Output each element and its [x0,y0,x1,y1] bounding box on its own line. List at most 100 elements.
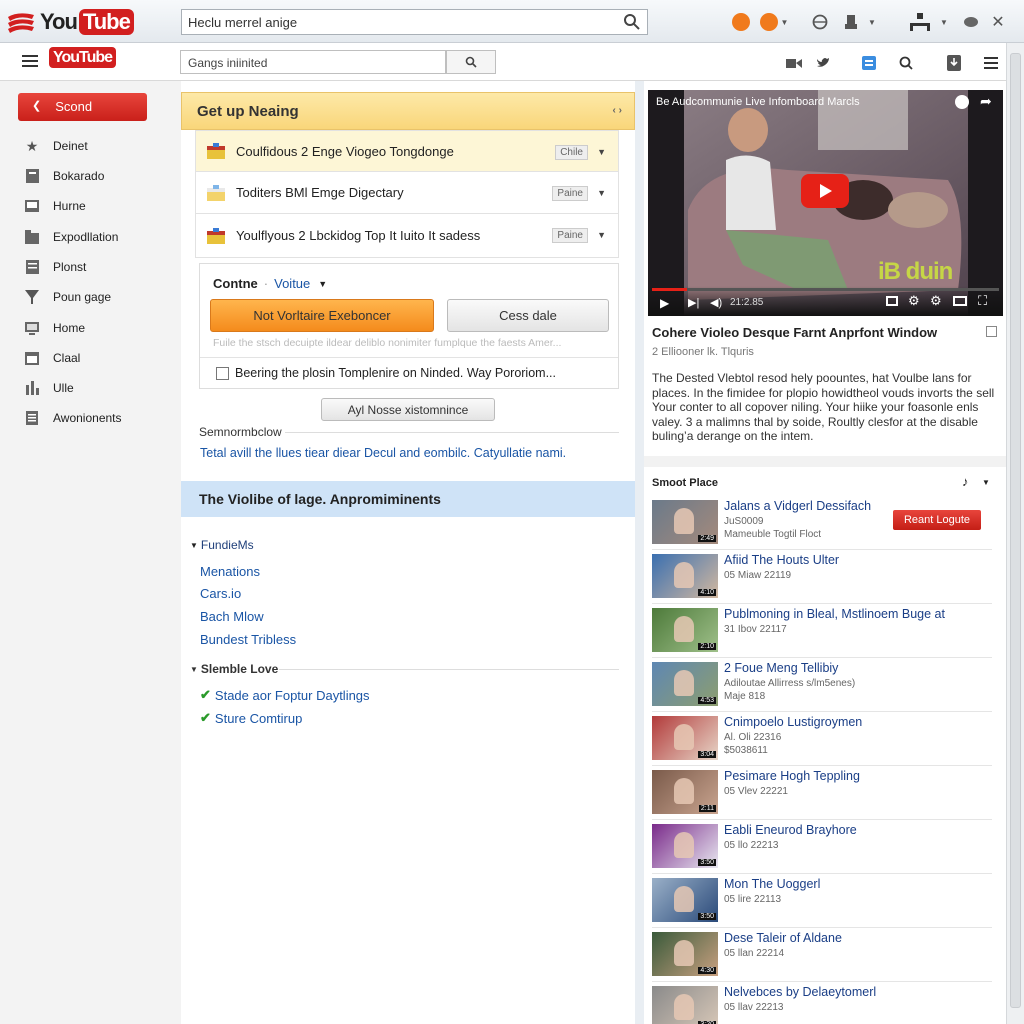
check-item[interactable]: ✔ Stade aor Foptur Daytlings [200,687,370,703]
twitter-icon[interactable] [813,53,833,73]
related-video-title[interactable]: Mon The Uoggerl [724,877,820,891]
settings-gear-icon[interactable]: ⚙ [908,293,920,309]
theater-icon[interactable] [953,296,967,306]
share-icon[interactable]: ➦ [980,93,992,110]
captions-icon[interactable] [886,296,898,306]
video-thumbnail[interactable]: 2:10 [652,608,718,652]
close-icon[interactable]: ✕ [988,12,1008,32]
related-video-title[interactable]: Jalans a Vidgerl Dessifach [724,499,871,513]
youtube-logo[interactable]: You Tube [6,8,134,36]
video-player[interactable]: Be Audcommunie Live Infomboard Marcls ➦ … [648,90,1003,316]
group-link[interactable]: Menations [200,564,260,579]
youtube-small-logo[interactable]: YouTube [49,47,117,68]
sidebar-item-plonst[interactable]: Plonst [24,257,86,277]
play-small-icon[interactable]: ▶ [660,296,669,310]
list-item[interactable]: Youlflyous 2 Lbckidog Top It Iuito It sa… [195,214,619,258]
check-item[interactable]: ✔ Sture Comtirup [200,710,302,726]
center-button[interactable]: Ayl Nosse xistomnince [321,398,495,421]
video-thumbnail[interactable]: 3:50 [652,878,718,922]
related-video-item[interactable]: 4:53 2 Foue Meng Tellibiy Adiloutae Allirr… [652,661,992,712]
hamburger-icon[interactable] [981,53,1001,73]
group-link[interactable]: Bundest Tribless [200,632,296,647]
related-video-title[interactable]: Afiid The Houts Ulter [724,553,839,567]
search-icon[interactable] [623,13,641,31]
send-button[interactable]: ❮ Scond [18,93,147,121]
volume-icon[interactable]: ◀) [710,296,722,309]
related-video-item[interactable]: 3:04 Cnimpoelo Lustigroymen Al. Oli 22316 $… [652,715,992,766]
group-header[interactable]: ▼ Slemble Love [190,662,278,676]
related-video-title[interactable]: Dese Taleir of Aldane [724,931,842,945]
fullscreen-icon[interactable]: ⛶ [978,293,987,309]
list-item[interactable]: Coulfidous 2 Enge Viogeo Tongdonge Chile… [195,130,619,172]
primary-action-button[interactable]: Not Vorltaire Exeboncer [210,299,434,332]
search-input[interactable]: Gangs iniinited [180,50,446,74]
sidebar-item-deinet[interactable]: ★ Deinet [24,136,88,156]
scrollbar[interactable] [1006,43,1024,1024]
upload-video-icon[interactable] [784,53,804,73]
chevron-down-icon[interactable]: ▼ [597,230,606,240]
related-video-item[interactable]: 3:20 Nelvebces by Delaeytomerl 05 llav 222… [652,985,992,1024]
sidebar-item-awonionents[interactable]: Awonionents [24,408,122,428]
panel-checkbox-row[interactable]: Beering the plosin Tomplenire on Ninded.… [216,366,556,380]
chevron-down-icon[interactable]: ▼ [982,478,990,487]
chevron-down-icon[interactable]: ▼ [597,147,606,157]
next-icon[interactable]: ▶| [688,296,699,309]
section-link[interactable]: Tetal avill the llues tiear diear Decul … [200,446,566,460]
carousel-arrows-icon[interactable]: ‹ › [613,105,622,116]
menu-icon[interactable] [22,55,38,69]
video-thumbnail[interactable]: 3:20 [652,986,718,1024]
video-thumbnail[interactable]: 4:30 [652,932,718,976]
video-thumbnail[interactable]: 2:49 [652,500,718,544]
video-thumbnail[interactable]: 3:50 [652,824,718,868]
checkbox[interactable] [216,366,229,380]
profile-menu-icon[interactable]: ▼ [757,12,791,32]
related-video-title[interactable]: Publmoning in Bleal, Mstlinoem Buge at [724,607,945,621]
gear-icon[interactable]: ⚙ [930,293,942,309]
search-button[interactable] [446,50,496,74]
network-menu-icon[interactable]: ▼ [903,12,953,32]
group-link[interactable]: Cars.io [200,586,241,601]
download-icon[interactable] [944,53,964,73]
sidebar-item-bokarado[interactable]: Bokarado [24,166,104,186]
sidebar-item-home[interactable]: Home [24,318,85,338]
group-header[interactable]: ▼ FundieMs [190,538,254,552]
download-menu-icon[interactable]: ▼ [838,12,882,32]
sidebar-item-expodllation[interactable]: Expodllation [24,227,118,247]
secondary-action-button[interactable]: Cess dale [447,299,609,332]
video-thumbnail[interactable]: 4:10 [652,554,718,598]
sidebar-item-hurne[interactable]: Hurne [24,196,86,216]
related-video-title[interactable]: Cnimpoelo Lustigroymen [724,715,862,729]
related-video-title[interactable]: Eabli Eneurod Brayhore [724,823,857,837]
video-thumbnail[interactable]: 4:53 [652,662,718,706]
chevron-down-icon[interactable]: ▼ [318,279,327,289]
video-thumbnail[interactable]: 2:11 [652,770,718,814]
globe-icon[interactable] [810,12,830,32]
chat-icon[interactable] [961,12,981,32]
panel-dropdown[interactable]: Voitue [274,276,310,291]
related-video-item[interactable]: 2:10 Publmoning in Bleal, Mstlinoem Buge … [652,607,992,658]
notification-icon[interactable] [731,12,751,32]
apps-icon[interactable] [859,53,879,73]
related-video-item[interactable]: 2:49 Jalans a Vidgerl Dessifach JuS0009 Mam… [652,499,992,550]
group-link[interactable]: Bach Mlow [200,609,264,624]
related-video-item[interactable]: 4:30 Dese Taleir of Aldane 05 llan 22214 [652,931,992,982]
address-bar[interactable]: Heclu merrel anige [181,9,648,35]
related-video-item[interactable]: 3:50 Mon The Uoggerl 05 lire 22113 [652,877,992,928]
related-video-item[interactable]: 2:11 Pesimare Hogh Teppling 05 Vlev 22221 [652,769,992,820]
sidebar-item-poun-gage[interactable]: Poun gage [24,287,111,307]
collapse-icon[interactable] [986,326,997,337]
related-video-item[interactable]: 4:10 Afiid The Houts Ulter 05 Miaw 22119 [652,553,992,604]
watch-later-icon[interactable] [955,95,969,109]
magnify-icon[interactable] [896,53,916,73]
scrollbar-thumb[interactable] [1010,53,1021,1008]
chevron-down-icon[interactable]: ▼ [597,188,606,198]
music-note-icon[interactable]: ♪ [962,474,969,489]
related-video-title[interactable]: Nelvebces by Delaeytomerl [724,985,876,999]
play-button[interactable] [801,174,849,208]
progress-bar[interactable] [652,288,999,291]
video-thumbnail[interactable]: 3:04 [652,716,718,760]
related-video-item[interactable]: 3:50 Eabli Eneurod Brayhore 05 llo 22213 [652,823,992,874]
list-item[interactable]: Toditers BMl Emge Digectary Paine ▼ [195,172,619,214]
sidebar-item-claal[interactable]: Claal [24,348,80,368]
related-video-title[interactable]: 2 Foue Meng Tellibiy [724,661,838,675]
